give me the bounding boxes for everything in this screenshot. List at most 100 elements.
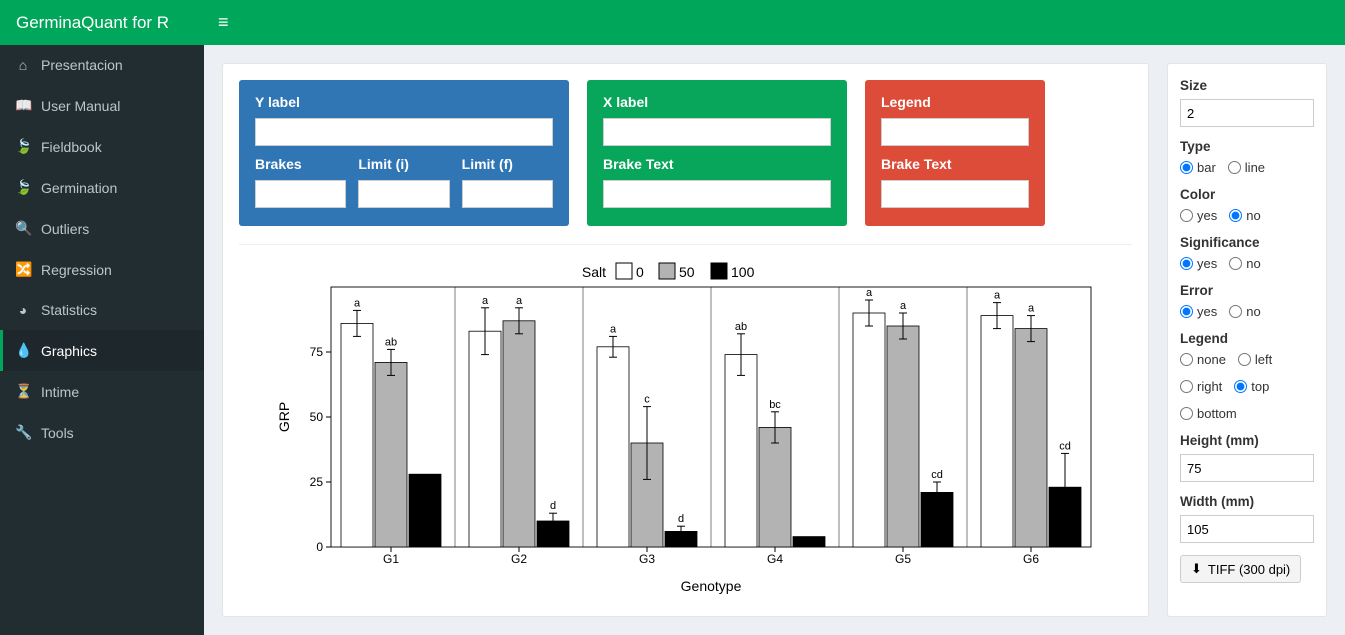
legend-opt-top[interactable]: top — [1234, 379, 1269, 394]
svg-text:0: 0 — [316, 540, 323, 554]
color-label: Color — [1180, 187, 1314, 202]
size-label: Size — [1180, 78, 1314, 93]
legend-opt-none[interactable]: none — [1180, 352, 1226, 367]
err-opt-radio-yes[interactable] — [1180, 305, 1193, 318]
svg-text:a: a — [515, 294, 522, 306]
height-label: Height (mm) — [1180, 433, 1314, 448]
sidebar-icon: ⌂ — [15, 57, 31, 73]
sidebar-icon: 🍃 — [15, 138, 31, 155]
svg-text:a: a — [1027, 302, 1034, 314]
sidebar-item-graphics[interactable]: 💧Graphics — [0, 330, 204, 371]
legend-input[interactable] — [881, 118, 1029, 146]
type-opt-radio-bar[interactable] — [1180, 161, 1193, 174]
err-opt-no[interactable]: no — [1229, 304, 1260, 319]
plot: Salt0501000255075GRPGenotypeG1aabG2aadG3… — [239, 253, 1132, 600]
sidebar-item-label: Statistics — [41, 302, 97, 318]
svg-text:a: a — [353, 297, 360, 309]
width-label: Width (mm) — [1180, 494, 1314, 509]
color-opt-radio-yes[interactable] — [1180, 209, 1193, 222]
sidebar-item-user-manual[interactable]: 📖User Manual — [0, 85, 204, 126]
card-ylabel: Y label Brakes Limit (i) Limit (f) — [239, 80, 569, 226]
sidebar-item-presentacion[interactable]: ⌂ Presentacion — [0, 45, 204, 85]
xlabel-title: X label — [603, 94, 831, 110]
sidebar-item-label: Presentacion — [41, 57, 123, 73]
sidebar-item-fieldbook[interactable]: 🍃 Fieldbook — [0, 126, 204, 167]
size-input[interactable] — [1180, 99, 1314, 127]
svg-text:cd: cd — [931, 469, 943, 481]
err-opt-yes[interactable]: yes — [1180, 304, 1217, 319]
sidebar-item-outliers[interactable]: 🔍Outliers — [0, 208, 204, 249]
err-opt-radio-no[interactable] — [1229, 305, 1242, 318]
type-opt-line[interactable]: line — [1228, 160, 1265, 175]
sidebar-item-regression[interactable]: 🔀 Regression — [0, 249, 204, 290]
sidebar: ⌂ Presentacion 📖User Manual 🍃 Fieldbook 🍃 Germ… — [0, 45, 204, 635]
download-icon: ⬇ — [1191, 561, 1202, 577]
svg-text:50: 50 — [679, 264, 695, 280]
sidebar-item-intime[interactable]: ⏳Intime — [0, 371, 204, 412]
limit-f-title: Limit (f) — [462, 156, 553, 172]
limit-i-title: Limit (i) — [358, 156, 449, 172]
legend-opt-radio-left[interactable] — [1238, 353, 1251, 366]
legend-opt-radio-none[interactable] — [1180, 353, 1193, 366]
sidebar-icon: 🍃 — [15, 179, 31, 196]
svg-text:75: 75 — [309, 345, 323, 359]
svg-text:25: 25 — [309, 475, 323, 489]
svg-text:a: a — [899, 300, 906, 312]
sig-opt-no[interactable]: no — [1229, 256, 1260, 271]
sidebar-item-statistics[interactable]: ◕ Statistics — [0, 290, 204, 330]
legendpos-label: Legend — [1180, 331, 1314, 346]
svg-text:d: d — [549, 500, 555, 512]
sig-opt-yes[interactable]: yes — [1180, 256, 1217, 271]
svg-text:Genotype: Genotype — [680, 578, 741, 594]
xlabel-input[interactable] — [603, 118, 831, 146]
svg-text:G5: G5 — [894, 552, 910, 566]
color-opt-no[interactable]: no — [1229, 208, 1260, 223]
sidebar-item-label: Fieldbook — [41, 139, 102, 155]
sidebar-item-tools[interactable]: 🔧Tools — [0, 412, 204, 453]
sidebar-icon: 🔀 — [15, 261, 31, 278]
sidebar-item-label: Regression — [41, 262, 112, 278]
legend-opt-right[interactable]: right — [1180, 379, 1222, 394]
svg-text:c: c — [644, 393, 650, 405]
svg-text:ab: ab — [734, 320, 746, 332]
sidebar-icon: ◕ — [15, 302, 31, 318]
limit-f-input[interactable] — [462, 180, 553, 208]
lbrake-title: Brake Text — [881, 156, 1029, 172]
legend-opt-radio-bottom[interactable] — [1180, 407, 1193, 420]
color-opt-radio-no[interactable] — [1229, 209, 1242, 222]
width-input[interactable] — [1180, 515, 1314, 543]
svg-text:Salt: Salt — [581, 264, 605, 280]
ylabel-input[interactable] — [255, 118, 553, 146]
sig-opt-radio-no[interactable] — [1229, 257, 1242, 270]
type-opt-bar[interactable]: bar — [1180, 160, 1216, 175]
svg-text:50: 50 — [309, 410, 323, 424]
sidebar-item-label: Tools — [41, 425, 74, 441]
sidebar-item-germination[interactable]: 🍃 Germination — [0, 167, 204, 208]
sidebar-item-label: Germination — [41, 180, 117, 196]
svg-text:a: a — [993, 289, 1000, 301]
legend-opt-left[interactable]: left — [1238, 352, 1272, 367]
legend-opt-radio-top[interactable] — [1234, 380, 1247, 393]
err-label: Error — [1180, 283, 1314, 298]
legend-opt-bottom[interactable]: bottom — [1180, 406, 1237, 421]
lbrake-input[interactable] — [881, 180, 1029, 208]
sidebar-icon: 📖 — [15, 97, 31, 114]
settings-panel: Size Type barline Color yesno Significan… — [1167, 63, 1327, 617]
svg-text:a: a — [609, 323, 616, 335]
sidebar-icon: ⏳ — [15, 383, 31, 400]
download-button[interactable]: ⬇ TIFF (300 dpi) — [1180, 555, 1301, 583]
svg-text:G2: G2 — [510, 552, 526, 566]
color-opt-yes[interactable]: yes — [1180, 208, 1217, 223]
ylabel-title: Y label — [255, 94, 553, 110]
xbrake-input[interactable] — [603, 180, 831, 208]
sig-opt-radio-yes[interactable] — [1180, 257, 1193, 270]
svg-text:G1: G1 — [382, 552, 398, 566]
legend-opt-radio-right[interactable] — [1180, 380, 1193, 393]
sidebar-toggle-icon[interactable]: ≡ — [218, 12, 229, 33]
svg-text:0: 0 — [636, 264, 644, 280]
brakes-input[interactable] — [255, 180, 346, 208]
type-opt-radio-line[interactable] — [1228, 161, 1241, 174]
height-input[interactable] — [1180, 454, 1314, 482]
sidebar-icon: 💧 — [15, 342, 31, 359]
limit-i-input[interactable] — [358, 180, 449, 208]
